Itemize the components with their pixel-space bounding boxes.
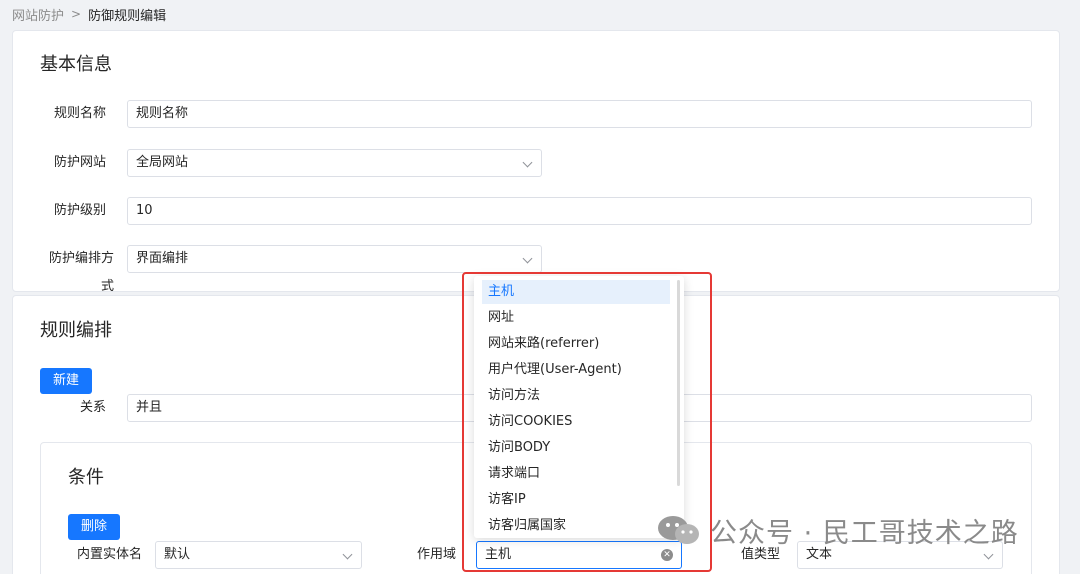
dropdown-option[interactable]: 访问COOKIES — [482, 410, 670, 434]
mode-select-value: 界面编排 — [136, 251, 189, 266]
wechat-logo-icon — [656, 514, 702, 546]
mode-label: 防护编排方式 — [48, 251, 114, 294]
entity-select-value: 默认 — [164, 547, 191, 562]
scope-dropdown-menu: 主机 网址 网站来路(referrer) 用户代理(User-Agent) 访问… — [474, 276, 684, 538]
dropdown-option[interactable]: 主机 — [482, 280, 670, 304]
new-rule-button[interactable]: 新建 — [40, 368, 92, 394]
scope-select-value: 主机 — [485, 547, 512, 562]
level-input[interactable]: 10 — [127, 197, 1032, 225]
breadcrumb-parent-link[interactable]: 网站防护 — [12, 5, 64, 24]
chevron-down-icon — [983, 549, 994, 560]
mode-select[interactable]: 界面编排 — [127, 245, 542, 273]
entity-select[interactable]: 默认 — [155, 541, 362, 569]
dropdown-option[interactable]: 访问BODY — [482, 436, 670, 460]
dropdown-option[interactable]: 请求端口 — [482, 462, 670, 486]
entity-label: 内置实体名称 — [76, 547, 142, 562]
rules-title: 规则编排 — [40, 320, 112, 341]
rule-name-input[interactable]: 规则名称 — [127, 100, 1032, 128]
chevron-down-icon — [522, 253, 533, 264]
scope-select[interactable]: 主机 ✕ — [476, 541, 682, 569]
condition-title: 条件 — [68, 467, 104, 488]
breadcrumb: 网站防护 > 防御规则编辑 — [12, 5, 167, 24]
site-select-value: 全局网站 — [136, 155, 189, 170]
dropdown-option[interactable]: 用户代理(User-Agent) — [482, 358, 670, 382]
dropdown-option[interactable]: 网址 — [482, 306, 670, 330]
watermark: 公众号 · 民工哥技术之路 — [656, 512, 1019, 549]
level-label: 防护级别 — [53, 203, 106, 218]
dropdown-option[interactable]: 访客IP — [482, 488, 670, 512]
chevron-down-icon — [342, 549, 353, 560]
delete-condition-button[interactable]: 删除 — [68, 514, 120, 540]
watermark-text: 公众号 · 民工哥技术之路 — [710, 517, 1019, 549]
relation-label: 关系 — [79, 400, 106, 415]
site-select[interactable]: 全局网站 — [127, 149, 542, 177]
basic-info-title: 基本信息 — [40, 54, 112, 75]
dropdown-scrollbar[interactable] — [677, 280, 680, 486]
breadcrumb-current: 防御规则编辑 — [88, 8, 167, 24]
clear-icon[interactable]: ✕ — [661, 549, 673, 561]
scope-label: 作用域 — [416, 547, 456, 562]
dropdown-option[interactable]: 网站来路(referrer) — [482, 332, 670, 356]
dropdown-option[interactable]: 访问方法 — [482, 384, 670, 408]
breadcrumb-separator: > — [71, 7, 82, 21]
dropdown-option[interactable]: 访客归属国家 — [482, 514, 670, 538]
rule-name-label: 规则名称 — [53, 106, 106, 121]
chevron-down-icon — [522, 157, 533, 168]
site-label: 防护网站 — [53, 155, 106, 170]
